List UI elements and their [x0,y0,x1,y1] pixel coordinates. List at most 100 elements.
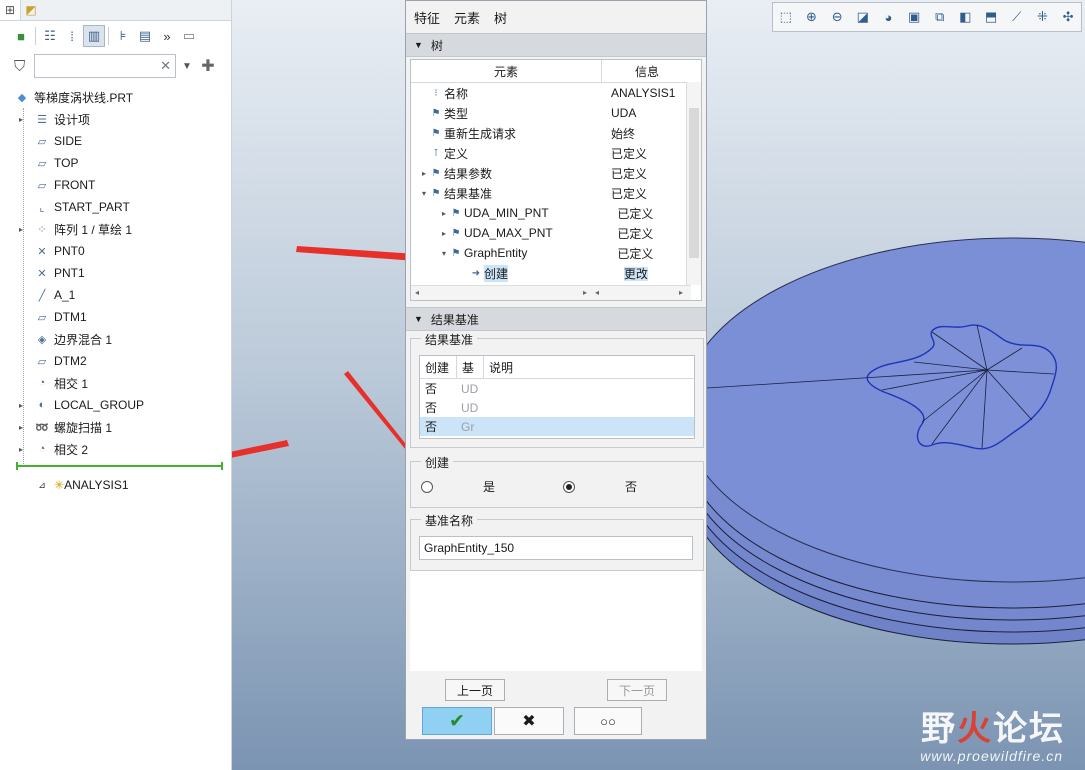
expand-icon[interactable]: ▸ [19,423,23,432]
element-tree-row[interactable]: ▸ ⚑ UDA_MIN_PNT 已定义 [411,203,701,223]
expand-icon[interactable]: ▸ [439,209,449,218]
radio-circle[interactable] [563,480,575,493]
tree-item[interactable]: ✕ PNT1 [0,262,231,284]
column-base[interactable]: 基 [457,356,484,378]
group-title: 结果基准 [421,331,478,348]
horizontal-scrollbar[interactable]: ◂ ▸ ◂ ▸ [411,285,691,300]
element-tree-row[interactable]: ▸ ⚑ UDA_MAX_PNT 已定义 [411,223,701,243]
element-tree-row[interactable]: ⚑ 重新生成请求 始终 [411,123,701,143]
datum-display-icon[interactable]: ⟋ [1005,5,1029,29]
element-tree-row[interactable]: ⚑ 类型 UDA [411,103,701,123]
scroll-right-icon[interactable]: ▸ [583,288,587,297]
scroll-left-icon[interactable]: ◂ [595,288,599,297]
expand-icon[interactable]: ▾ [439,249,449,258]
cube-icon[interactable]: ■ [10,25,32,47]
result-table-row[interactable]: 否 UD [420,398,694,417]
filter-input[interactable]: ✕ [34,54,176,78]
result-table-row[interactable]: 否 UD [420,379,694,398]
expand-icon[interactable]: ▸ [19,401,23,410]
tree-columns-icon[interactable]: ☷ [39,25,61,47]
tree-item[interactable]: ◈ 边界混合 1 [0,328,231,350]
tree-item[interactable]: ✕ PNT0 [0,240,231,262]
element-tree-row[interactable]: ⊺ 定义 已定义 [411,143,701,163]
spin-center-icon[interactable]: ✣ [1056,5,1080,29]
tree-item[interactable]: ▸ ➿ 螺旋扫描 1 [0,416,231,438]
scroll-left-icon[interactable]: ◂ [415,288,419,297]
element-tree-rows: ⁝ 名称 ANALYSIS1 ⚑ 类型 UDA ⚑ 重新生成请求 始终 ⊺ 定义 已定义 ▸ ⚑ 结果参数已… [411,83,701,283]
tree-item[interactable]: ▱ FRONT [0,174,231,196]
page-icon[interactable]: ▭ [178,25,200,47]
tree-item[interactable]: ▸ ◔ 相交 2 [0,438,231,460]
model-tree-tab[interactable]: ⊞ [0,0,21,20]
filter-dropdown-icon[interactable]: ▼ [179,61,195,72]
radio-circle[interactable] [421,480,433,493]
next-page-button[interactable]: 下一页 [607,679,667,701]
column-desc[interactable]: 说明 [484,356,689,378]
scroll-right-icon[interactable]: ▸ [679,288,683,297]
model-tree-panel: ⊞ ◩ ■ ☷ ⁞ ▥ ⊧ ▤ » ▭ ⛉ ✕ ▼ ✚ ◆ 等梯度涡状线.PRT… [0,0,232,770]
filter-icon[interactable]: ⛉ [14,58,34,75]
tree-root[interactable]: ◆ 等梯度涡状线.PRT [0,86,231,108]
result-table-row[interactable]: 否 Gr [420,417,694,436]
menu-item[interactable]: 树 [494,8,507,27]
tree-item[interactable]: ▸ ☰ 设计项 [0,108,231,130]
expand-icon[interactable]: ▸ [439,229,449,238]
zoom-in-icon[interactable]: ⊕ [799,5,823,29]
expand-icon[interactable]: ▸ [19,115,23,124]
insert-here-marker[interactable] [16,462,223,470]
tree-item[interactable]: ▱ SIDE [0,130,231,152]
settings-icon[interactable]: ▤ [134,25,156,47]
element-tree-row[interactable]: ➜ 创建 更改 [411,263,701,283]
result-section-header[interactable]: ▼ 结果基准 [406,307,706,331]
menu-item[interactable]: 特征 [414,8,440,27]
expand-icon[interactable]: ▸ [419,169,429,178]
expand-icon[interactable]: ▸ [19,225,23,234]
menu-item[interactable]: 元素 [454,8,480,27]
column-info[interactable]: 信息 [602,60,692,82]
tree-item[interactable]: ▱ TOP [0,152,231,174]
expand-icon[interactable]: ▸ [19,445,23,454]
zoom-out-icon[interactable]: ⊖ [825,5,849,29]
columns-icon[interactable]: ▥ [83,25,105,47]
datum-name-input[interactable]: GraphEntity_150 [419,536,693,560]
vertical-scrollbar[interactable] [686,82,701,285]
display-style-icon[interactable]: ◕ [876,5,900,29]
tree-item[interactable]: ◔ 相交 1 [0,372,231,394]
column-element[interactable]: 元素 [411,60,602,82]
glasses-icon: ○○ [600,713,616,729]
create-yes-radio[interactable]: 是 [421,478,495,495]
preview-button[interactable]: ○○ [574,707,642,735]
prev-page-button[interactable]: 上一页 [445,679,505,701]
tree-item[interactable]: ▱ DTM2 [0,350,231,372]
expand-icon[interactable]: ▾ [419,189,429,198]
tree-item[interactable]: ▱ DTM1 [0,306,231,328]
repaint-icon[interactable]: ◪ [851,5,875,29]
more-icon[interactable]: » [156,25,178,47]
tree-item-analysis[interactable]: ⊿ ✳ANALYSIS1 [0,474,231,496]
annotation-icon[interactable]: ⁜ [1030,5,1054,29]
tree-item[interactable]: ⌞ START_PART [0,196,231,218]
layer-tree-tab[interactable]: ◩ [21,0,41,20]
tree-item[interactable]: ▸ ⁘ 阵列 1 / 草绘 1 [0,218,231,240]
element-tree-row[interactable]: ▾ ⚑ GraphEntity 已定义 [411,243,701,263]
scrollbar-thumb[interactable] [689,108,699,258]
refit-icon[interactable]: ⬚ [774,5,798,29]
saved-views-icon[interactable]: ▣ [902,5,926,29]
tree-item[interactable]: ▸ ◐ LOCAL_GROUP [0,394,231,416]
element-tree-row[interactable]: ▾ ⚑ 结果基准 已定义 [411,183,701,203]
clear-icon[interactable]: ✕ [160,58,171,74]
tree-item[interactable]: ╱ A_1 [0,284,231,306]
cancel-button[interactable]: ✖ [494,707,564,735]
view-manager-icon[interactable]: ⧉ [928,5,952,29]
tree-filter-icon[interactable]: ⁞ [61,25,83,47]
element-tree-row[interactable]: ▸ ⚑ 结果参数 已定义 [411,163,701,183]
create-no-radio[interactable]: 否 [563,478,637,495]
ok-button[interactable]: ✔ [422,707,492,735]
element-tree-row[interactable]: ⁝ 名称 ANALYSIS1 [411,83,701,103]
section-icon[interactable]: ⬒ [979,5,1003,29]
tree-section-header[interactable]: ▼ 树 [406,33,706,57]
show-icon[interactable]: ⊧ [112,25,134,47]
add-icon[interactable]: ✚ [199,56,217,76]
perspective-icon[interactable]: ◧ [953,5,977,29]
column-create[interactable]: 创建 [420,356,457,378]
